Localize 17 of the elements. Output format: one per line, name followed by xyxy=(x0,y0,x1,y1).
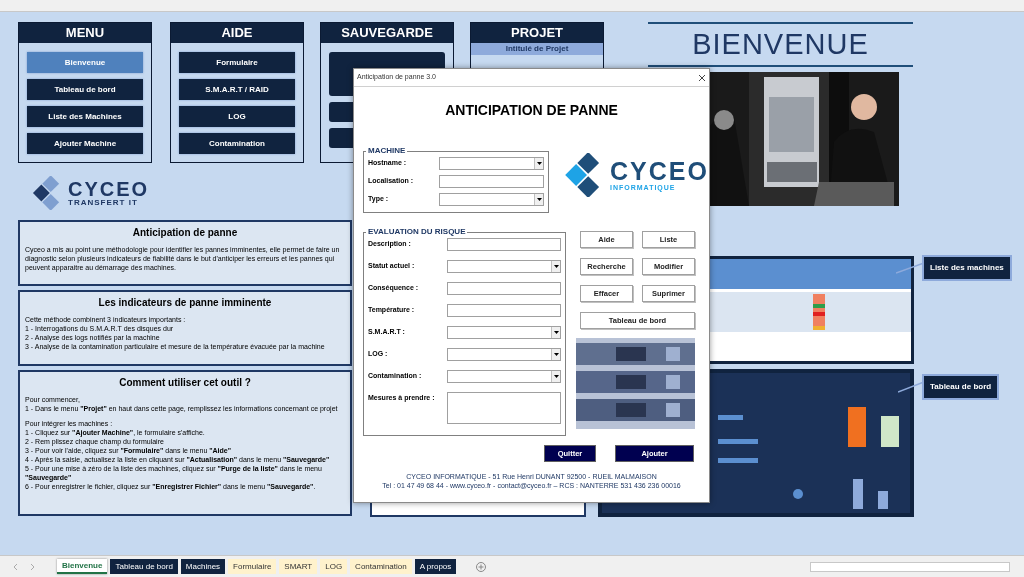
panel-title: Comment utiliser cet outil ? xyxy=(118,376,252,390)
menu-title: PROJET xyxy=(471,23,603,43)
dialog-heading: ANTICIPATION DE PANNE xyxy=(445,101,618,120)
menu-title: AIDE xyxy=(171,23,303,43)
callout-label: Tableau de bord xyxy=(922,374,1000,400)
logo-name: CYCEO xyxy=(68,179,150,199)
menu-title: SAUVEGARDE xyxy=(321,23,453,43)
group-legend: EVALUATION DU RISQUE xyxy=(366,226,468,238)
project-title: Intitulé de Projet xyxy=(471,43,603,55)
welcome-title: BIENVENUE xyxy=(692,26,869,62)
panel-title: Les indicateurs de panne imminente xyxy=(97,296,273,310)
logo-tagline: TRANSFERT IT xyxy=(68,199,139,207)
group-legend: MACHINE xyxy=(366,145,408,157)
panel-title: Anticipation de panne xyxy=(131,226,239,240)
logo-name: CYCEO xyxy=(610,159,709,184)
menu-title: MENU xyxy=(19,23,151,43)
callout-label: Liste des machines xyxy=(922,255,1012,281)
